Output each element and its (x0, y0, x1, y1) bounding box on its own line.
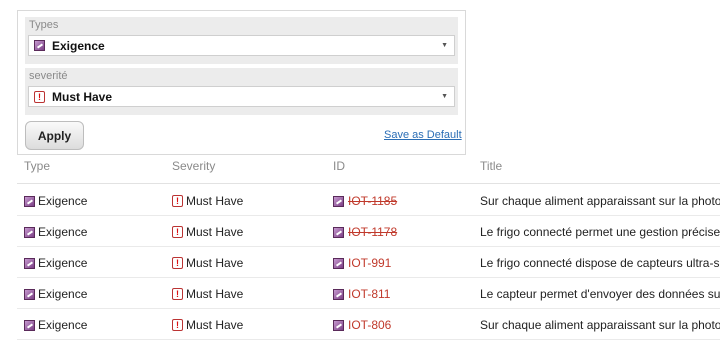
title-cell: Le frigo connecté dispose de capteurs ul… (480, 256, 720, 270)
severity-label: Must Have (186, 225, 244, 239)
save-as-default-link[interactable]: Save as Default (384, 129, 462, 141)
table-row[interactable]: Exigence ! Must Have IOT-806 Sur chaque a… (17, 309, 720, 340)
issue-id-link[interactable]: IOT-806 (348, 318, 391, 332)
severity-cell: ! Must Have (172, 194, 243, 208)
id-cell: IOT-1178 (333, 225, 397, 239)
chevron-down-icon: ▼ (441, 93, 448, 100)
table-row[interactable]: Exigence ! Must Have IOT-1185 Sur chaque … (17, 185, 720, 216)
title-cell: Sur chaque aliment apparaissant sur la p… (480, 318, 720, 332)
issue-id-link[interactable]: IOT-991 (348, 256, 391, 270)
exigence-icon (24, 226, 35, 238)
table-row[interactable]: Exigence ! Must Have IOT-1178 Le frigo co… (17, 216, 720, 247)
id-cell: IOT-991 (333, 256, 391, 270)
exigence-icon (24, 288, 35, 300)
type-cell: Exigence (24, 225, 87, 239)
id-cell: IOT-806 (333, 318, 391, 332)
exigence-icon (333, 195, 344, 207)
issue-id-link[interactable]: IOT-1185 (348, 194, 397, 208)
exigence-icon (333, 319, 344, 331)
exigence-icon (333, 226, 344, 238)
column-header-type[interactable]: Type (24, 159, 50, 173)
severity-cell: ! Must Have (172, 225, 243, 239)
severity-select[interactable]: ! Must Have ▼ (28, 86, 455, 107)
must-have-icon: ! (172, 257, 183, 269)
must-have-icon: ! (34, 90, 45, 103)
id-cell: IOT-1185 (333, 194, 397, 208)
exigence-icon (34, 40, 45, 51)
must-have-icon: ! (172, 319, 183, 331)
severity-filter-label: severité (29, 70, 68, 82)
type-label: Exigence (38, 256, 88, 270)
type-cell: Exigence (24, 194, 87, 208)
severity-filter: severité ! Must Have ▼ (25, 68, 458, 115)
severity-select-value: Must Have (52, 89, 113, 104)
apply-button[interactable]: Apply (25, 121, 84, 150)
type-label: Exigence (38, 318, 88, 332)
types-select-value: Exigence (52, 38, 105, 53)
header-divider (17, 183, 720, 184)
types-filter: Types Exigence ▼ (25, 17, 458, 64)
severity-cell: ! Must Have (172, 256, 243, 270)
types-select[interactable]: Exigence ▼ (28, 35, 455, 56)
severity-label: Must Have (186, 256, 244, 270)
severity-label: Must Have (186, 318, 244, 332)
id-cell: IOT-811 (333, 287, 390, 301)
column-header-severity[interactable]: Severity (172, 159, 215, 173)
column-header-id[interactable]: ID (333, 159, 345, 173)
severity-cell: ! Must Have (172, 287, 243, 301)
issue-id-link[interactable]: IOT-1178 (348, 225, 397, 239)
type-cell: Exigence (24, 287, 87, 301)
column-header-title[interactable]: Title (480, 159, 502, 173)
chevron-down-icon: ▼ (441, 42, 448, 49)
must-have-icon: ! (172, 288, 183, 300)
exigence-icon (333, 257, 344, 269)
title-cell: Le frigo connecté permet une gestion pré… (480, 225, 720, 239)
exigence-icon (24, 319, 35, 331)
type-cell: Exigence (24, 318, 87, 332)
issue-id-link[interactable]: IOT-811 (348, 287, 390, 301)
title-cell: Le capteur permet d'envoyer des données … (480, 287, 720, 301)
exigence-icon (24, 195, 35, 207)
title-cell: Sur chaque aliment apparaissant sur la p… (480, 194, 720, 208)
severity-label: Must Have (186, 287, 244, 301)
type-label: Exigence (38, 287, 88, 301)
types-filter-label: Types (29, 19, 59, 31)
filter-panel: Types Exigence ▼ severité ! Must Have ▼ … (17, 10, 466, 155)
table-row[interactable]: Exigence ! Must Have IOT-991 Le frigo con… (17, 247, 720, 278)
severity-label: Must Have (186, 194, 244, 208)
type-label: Exigence (38, 225, 88, 239)
type-cell: Exigence (24, 256, 87, 270)
exigence-icon (24, 257, 35, 269)
type-label: Exigence (38, 194, 88, 208)
exigence-icon (333, 288, 344, 300)
must-have-icon: ! (172, 226, 183, 238)
table-row[interactable]: Exigence ! Must Have IOT-811 Le capteur p… (17, 278, 720, 309)
severity-cell: ! Must Have (172, 318, 243, 332)
must-have-icon: ! (172, 195, 183, 207)
